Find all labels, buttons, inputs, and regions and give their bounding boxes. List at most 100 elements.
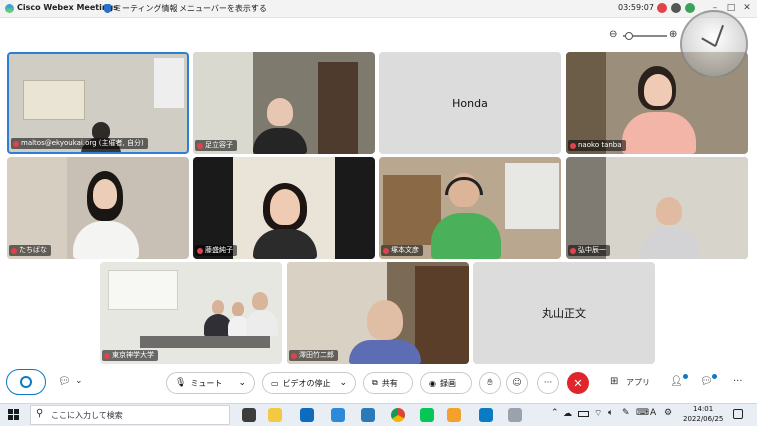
chevron-down-icon[interactable]: ⌄	[339, 378, 347, 388]
smiley-icon: ☺	[512, 378, 522, 388]
share-screen-icon: ⧉	[372, 378, 378, 387]
record-button[interactable]: ◉ 録画	[420, 372, 472, 394]
mic-muted-icon	[13, 140, 19, 147]
webex-logo-icon	[5, 4, 14, 13]
photos-icon[interactable]	[361, 408, 375, 422]
edge-icon[interactable]	[331, 408, 345, 422]
wifi-icon[interactable]: ⌔	[594, 408, 602, 419]
user-icon[interactable]	[685, 3, 695, 13]
zoom-out-icon[interactable]: ⊖	[609, 29, 617, 40]
participant-name: Honda	[452, 96, 488, 110]
status-icon	[657, 3, 667, 13]
mic-muted-icon	[197, 142, 203, 149]
hand-icon: ✋︎	[487, 378, 493, 388]
projector-screen	[23, 80, 85, 120]
zoom-in-icon[interactable]: ⊕	[669, 29, 677, 40]
webex-assistant-icon	[20, 376, 32, 388]
notification-badge	[683, 374, 688, 379]
search-input[interactable]: ここに入力して検索	[51, 410, 123, 421]
meeting-toolbar: 💬︎ ⌄ 🎙︎ ミュート ⌄ ▭ ビデオの停止 ⌄ ⧉ 共有 ◉ 録画 ✋︎ ☺…	[0, 366, 757, 403]
task-view-icon[interactable]	[242, 408, 256, 422]
chat-icon[interactable]: 💬︎	[700, 376, 713, 387]
webex-taskbar-icon[interactable]	[479, 408, 493, 422]
apps-label[interactable]: アプリ	[626, 377, 650, 388]
taskbar-time[interactable]: 14:01	[693, 405, 713, 413]
chevron-down-icon[interactable]: ⌄	[250, 1, 258, 11]
keyboard-icon[interactable]: ⌨	[636, 408, 649, 418]
window	[193, 52, 253, 154]
taskbar-search-box[interactable]: ⚲ ここに入力して検索	[30, 405, 230, 425]
windows-start-icon[interactable]	[8, 409, 19, 420]
participant-name-tag: 塚本文彦	[381, 245, 423, 256]
network-icon[interactable]	[671, 3, 681, 13]
apps-icon[interactable]: ⊞	[610, 376, 618, 387]
participant-name: 丸山正文	[542, 307, 586, 320]
participant-name-tag: 足立容子	[195, 140, 237, 151]
participant-name-tag: 藤盛純子	[195, 245, 237, 256]
chevron-down-icon[interactable]: ⌄	[75, 376, 83, 386]
ime-indicator-icon[interactable]: A	[650, 408, 656, 418]
participant-tile[interactable]: 弘中辰一	[566, 157, 748, 259]
app-icon[interactable]	[447, 408, 461, 422]
participant-tile[interactable]: たちばな	[7, 157, 189, 259]
chevron-down-icon[interactable]: ⌄	[238, 378, 246, 388]
window	[154, 58, 184, 108]
mute-button[interactable]: 🎙︎ ミュート ⌄	[166, 372, 255, 394]
mic-muted-icon	[570, 247, 576, 254]
app-icon[interactable]	[508, 408, 522, 422]
share-button[interactable]: ⧉ 共有	[363, 372, 413, 394]
record-icon: ◉	[429, 378, 436, 388]
close-icon[interactable]: ✕	[740, 1, 754, 15]
window	[505, 163, 559, 229]
participants-icon[interactable]: 👤︎	[670, 376, 683, 387]
close-icon: ✕	[573, 376, 583, 390]
stop-video-button[interactable]: ▭ ビデオの停止 ⌄	[262, 372, 356, 394]
chrome-icon[interactable]	[391, 408, 405, 422]
participant-name-tag: 澤田竹二郎	[289, 350, 338, 361]
microphone-icon: 🎙︎	[175, 378, 187, 388]
raise-hand-button[interactable]: ✋︎	[479, 372, 501, 394]
bookshelf	[415, 266, 469, 364]
participant-name-tag: たちばな	[9, 245, 51, 256]
line-icon[interactable]	[420, 408, 434, 422]
reactions-button[interactable]: ☺	[506, 372, 528, 394]
zoom-control[interactable]: ⊖ ⊕	[609, 29, 681, 43]
participant-tile[interactable]: 藤盛純子	[193, 157, 375, 259]
participant-tile[interactable]: 足立容子	[193, 52, 375, 154]
conference-table	[140, 336, 270, 348]
participant-tile[interactable]: 澤田竹二郎	[287, 262, 469, 364]
notification-center-icon[interactable]	[733, 409, 743, 419]
chevron-up-icon[interactable]: ⌃	[551, 408, 559, 418]
windows-taskbar: ⚲ ここに入力して検索 ⌃ ☁︎ ⌔ 🔈︎ ✎ ⌨ A ⚙ 14:01 2022…	[0, 403, 757, 426]
participant-tile[interactable]: 東京神学大学	[100, 262, 282, 364]
file-explorer-icon[interactable]	[268, 408, 282, 422]
meeting-info-button[interactable]: ミーティング情報	[114, 3, 178, 14]
webex-assistant-button[interactable]	[6, 369, 46, 395]
mic-muted-icon	[11, 247, 17, 254]
pen-icon[interactable]: ✎	[622, 408, 630, 418]
participant-tile[interactable]: Honda	[379, 52, 561, 154]
participant-name-tag: 東京神学大学	[102, 350, 158, 361]
mail-icon[interactable]	[300, 408, 314, 422]
mic-muted-icon	[197, 247, 203, 254]
video-camera-icon: ▭	[271, 378, 279, 388]
speaker-icon[interactable]: 🔈︎	[608, 408, 613, 418]
battery-icon[interactable]	[578, 411, 589, 417]
chat-bubble-icon[interactable]: 💬︎	[58, 376, 71, 387]
title-bar: Cisco Webex Meetings ミーティング情報 メニューバーを表示す…	[0, 0, 757, 18]
meeting-timer: 03:59:07	[618, 3, 654, 12]
participant-tile[interactable]: 丸山正文	[473, 262, 655, 364]
zoom-slider-handle[interactable]	[625, 32, 633, 40]
participant-tile[interactable]: 塚本文彦	[379, 157, 561, 259]
cloud-icon[interactable]: ☁︎	[563, 409, 572, 419]
participant-name-tag: 弘中辰一	[568, 245, 610, 256]
settings-gear-icon[interactable]: ⚙	[664, 408, 672, 418]
participant-tile[interactable]: maltos@ekyoukai.org (主催者, 自分)	[7, 52, 189, 154]
more-icon[interactable]: ···	[733, 376, 743, 387]
end-meeting-button[interactable]: ✕	[567, 372, 589, 394]
more-options-button[interactable]: ···	[537, 372, 559, 394]
mic-muted-icon	[291, 352, 297, 359]
mic-muted-icon	[570, 142, 576, 149]
ellipsis-icon: ···	[543, 378, 553, 388]
taskbar-date[interactable]: 2022/06/25	[683, 415, 723, 423]
